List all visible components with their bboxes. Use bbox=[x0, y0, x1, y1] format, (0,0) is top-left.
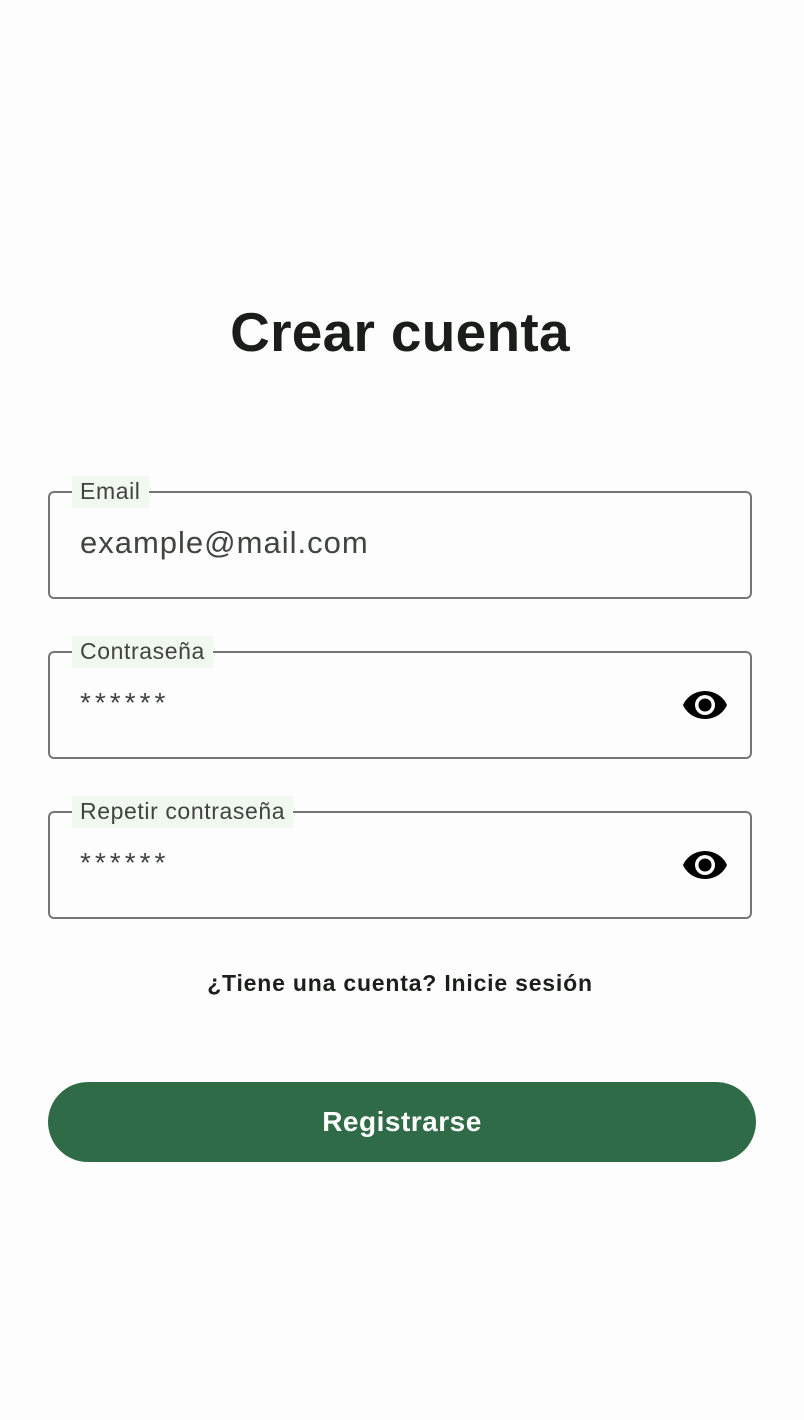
eye-icon bbox=[683, 691, 727, 719]
repeat-password-field-label: Repetir contraseña bbox=[72, 796, 294, 828]
password-field-label: Contraseña bbox=[72, 636, 213, 668]
password-visibility-toggle[interactable] bbox=[682, 687, 728, 723]
register-screen: Crear cuenta Email example@mail.com Cont… bbox=[0, 0, 804, 1420]
page-title: Crear cuenta bbox=[230, 301, 570, 363]
repeat-password-field[interactable]: Repetir contraseña ****** bbox=[48, 796, 752, 919]
repeat-password-input[interactable]: ****** bbox=[80, 847, 169, 879]
login-link[interactable]: ¿Tiene una cuenta? Inicie sesión bbox=[0, 970, 800, 997]
password-input[interactable]: ****** bbox=[80, 687, 169, 719]
register-button[interactable]: Registrarse bbox=[48, 1082, 756, 1162]
email-input[interactable]: example@mail.com bbox=[80, 525, 369, 561]
eye-icon bbox=[683, 851, 727, 879]
password-field[interactable]: Contraseña ****** bbox=[48, 636, 752, 759]
repeat-password-visibility-toggle[interactable] bbox=[682, 847, 728, 883]
email-field[interactable]: Email example@mail.com bbox=[48, 476, 752, 599]
email-field-label: Email bbox=[72, 476, 149, 508]
